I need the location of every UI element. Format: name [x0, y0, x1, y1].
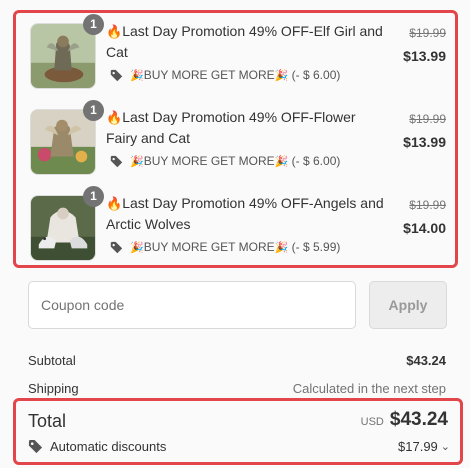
party-emoji: 🎉 [274, 241, 289, 254]
party-emoji: 🎉 [130, 69, 144, 82]
product-image [30, 195, 96, 261]
item-price: $13.99 [403, 134, 446, 150]
product-image [30, 109, 96, 175]
party-emoji: 🎉 [274, 155, 289, 168]
discount-amount: (- $ 6.00) [291, 154, 341, 168]
tag-icon [110, 155, 123, 167]
original-price: $19.99 [409, 112, 446, 126]
quantity-badge: 1 [83, 14, 104, 35]
product-title: 🔥Last Day Promotion 49% OFF-Angels and A… [106, 195, 384, 232]
shipping-value: Calculated in the next step [292, 381, 446, 396]
item-price: $14.00 [403, 220, 446, 236]
quantity-badge: 1 [83, 100, 104, 121]
discount-label: BUY MORE GET MORE [143, 240, 275, 254]
automatic-discounts-value: $17.99 [398, 439, 438, 454]
product-thumbnail: 1 [30, 100, 104, 175]
subtotal-value: $43.24 [406, 353, 446, 368]
product-image [30, 23, 96, 89]
tag-icon [110, 69, 123, 81]
apply-coupon-button[interactable]: Apply [369, 281, 447, 329]
item-price: $13.99 [403, 48, 446, 64]
discount-line: 🎉 BUY MORE GET MORE 🎉 (- $ 5.99) [110, 240, 340, 254]
product-title: 🔥Last Day Promotion 49% OFF-Flower Fairy… [106, 109, 356, 146]
fire-emoji: 🔥 [106, 110, 123, 125]
party-emoji: 🎉 [130, 241, 144, 254]
shipping-row: Shipping Calculated in the next step [28, 381, 446, 396]
subtotal-label: Subtotal [28, 353, 76, 368]
tag-icon [28, 439, 43, 454]
total-amount-group: USD $43.24 [361, 409, 448, 431]
currency-code: USD [360, 416, 384, 428]
list-item: 1 🔥Last Day Promotion 49% OFF-Angels and… [30, 186, 448, 267]
fire-emoji: 🔥 [106, 24, 123, 39]
product-thumbnail: 1 [30, 14, 104, 89]
coupon-code-input[interactable] [28, 281, 356, 329]
discount-amount: (- $ 6.00) [291, 68, 341, 82]
chevron-down-icon: ⌄ [440, 441, 450, 453]
subtotal-row: Subtotal $43.24 [28, 353, 446, 368]
original-price: $19.99 [409, 26, 446, 40]
automatic-discounts-label: Automatic discounts [50, 439, 167, 454]
original-price: $19.99 [409, 198, 446, 212]
discount-line: 🎉 BUY MORE GET MORE 🎉 (- $ 6.00) [110, 68, 340, 82]
automatic-discounts-row[interactable]: Automatic discounts $17.99 ⌄ [28, 439, 450, 454]
cart-items-list: 1 🔥Last Day Promotion 49% OFF-Elf Girl a… [13, 10, 458, 268]
discount-amount: (- $ 5.99) [291, 240, 341, 254]
tag-icon [110, 241, 123, 253]
product-title: 🔥Last Day Promotion 49% OFF-Elf Girl and… [106, 23, 383, 60]
list-item: 1 🔥Last Day Promotion 49% OFF-Flower Fai… [30, 100, 448, 181]
party-emoji: 🎉 [274, 69, 289, 82]
total-label: Total [28, 411, 67, 431]
party-emoji: 🎉 [130, 155, 144, 168]
automatic-discounts-toggle[interactable]: $17.99 ⌄ [398, 439, 450, 454]
list-item: 1 🔥Last Day Promotion 49% OFF-Elf Girl a… [30, 14, 448, 95]
total-section: Total USD $43.24 Automatic discounts $17… [13, 398, 463, 465]
product-thumbnail: 1 [30, 186, 104, 261]
discount-label: BUY MORE GET MORE [143, 68, 275, 82]
discount-label: BUY MORE GET MORE [143, 154, 275, 168]
shipping-label: Shipping [28, 381, 79, 396]
quantity-badge: 1 [83, 186, 104, 207]
fire-emoji: 🔥 [106, 196, 123, 211]
total-amount: $43.24 [389, 409, 448, 430]
discount-line: 🎉 BUY MORE GET MORE 🎉 (- $ 6.00) [110, 154, 340, 168]
